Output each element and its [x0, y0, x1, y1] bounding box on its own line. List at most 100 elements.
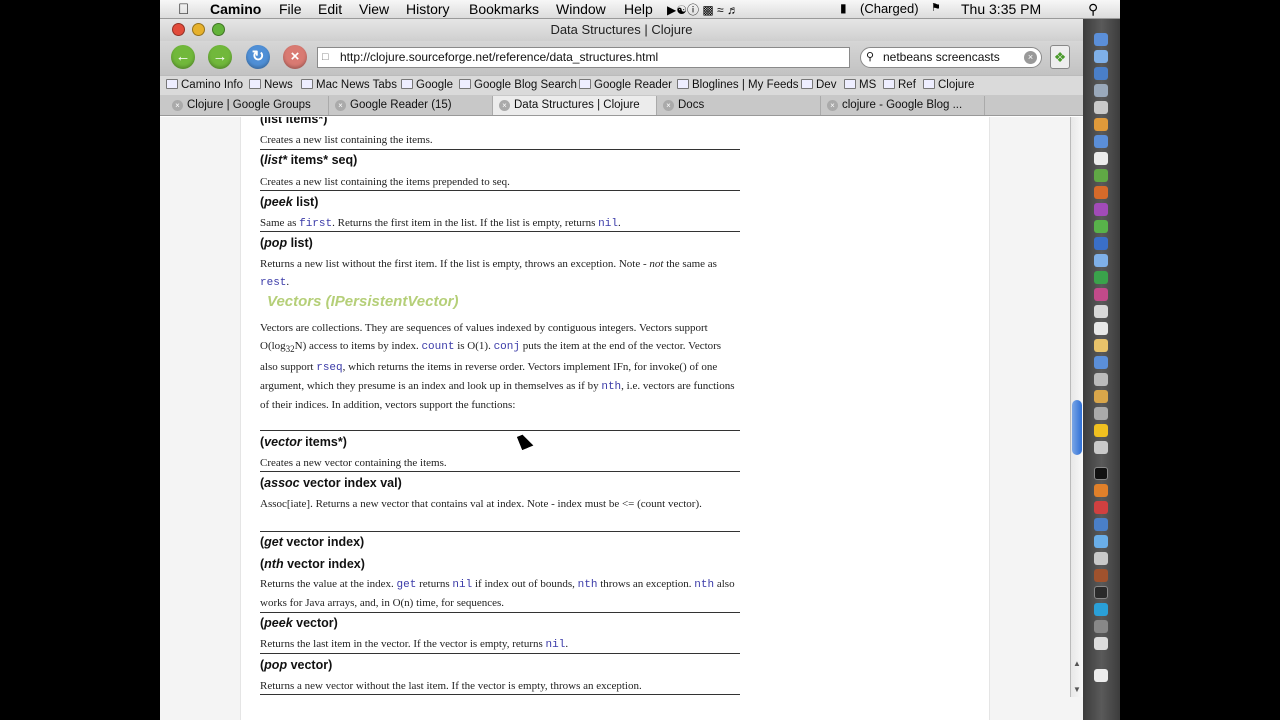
dock-app-icon[interactable]	[1094, 424, 1108, 437]
code-link[interactable]: nth	[601, 381, 621, 393]
code-link[interactable]: rest	[260, 277, 286, 289]
tab-data-structures[interactable]: × Data Structures | Clojure	[493, 96, 657, 115]
dock-app-icon[interactable]	[1094, 467, 1108, 480]
code-link[interactable]: nth	[578, 579, 598, 591]
clock[interactable]: Thu 3:35 PM	[961, 1, 1041, 17]
dock-app-icon[interactable]	[1094, 390, 1108, 403]
dock-app-icon[interactable]	[1094, 118, 1108, 131]
dock-app-icon[interactable]	[1094, 33, 1108, 46]
menu-app[interactable]: Camino	[210, 1, 261, 17]
code-link[interactable]: nth	[694, 579, 714, 591]
dock-app-icon[interactable]	[1094, 101, 1108, 114]
forward-button[interactable]: →	[208, 45, 232, 69]
tab-docs[interactable]: × Docs	[657, 96, 821, 115]
dock-app-icon[interactable]	[1094, 152, 1108, 165]
stop-button[interactable]: ×	[283, 45, 307, 69]
code-link[interactable]: count	[421, 341, 454, 353]
menu-file[interactable]: File	[279, 1, 302, 17]
dock-app-icon[interactable]	[1094, 569, 1108, 582]
scroll-down-icon[interactable]: ▼	[1073, 685, 1081, 694]
bookmark-bloglines[interactable]: Bloglines | My Feeds	[677, 79, 799, 91]
bookmark-dev[interactable]: Dev	[801, 79, 836, 91]
bookmark-google-reader[interactable]: Google Reader	[579, 79, 672, 91]
vertical-scrollbar[interactable]: ▲ ▼	[1070, 117, 1083, 697]
menu-view[interactable]: View	[359, 1, 389, 17]
code-link[interactable]: rseq	[316, 362, 342, 374]
dock-app-icon[interactable]	[1094, 237, 1108, 250]
code-link[interactable]: nil	[452, 579, 472, 591]
bookmark-icon[interactable]: ❖	[1050, 45, 1070, 69]
dock-app-icon[interactable]	[1094, 220, 1108, 233]
dock-app-icon[interactable]	[1094, 552, 1108, 565]
bookmark-ref[interactable]: Ref	[883, 79, 916, 91]
tab-clojure-google-blog[interactable]: × clojure - Google Blog ...	[821, 96, 985, 115]
flag-icon[interactable]: ⚑	[931, 1, 941, 14]
minimize-window-button[interactable]	[192, 23, 205, 36]
bookmark-ms[interactable]: MS	[844, 79, 876, 91]
code-link[interactable]: nil	[546, 639, 566, 651]
back-button[interactable]: ←	[171, 45, 195, 69]
close-tab-icon[interactable]: ×	[827, 100, 838, 111]
dock-app-icon[interactable]	[1094, 407, 1108, 420]
menu-window[interactable]: Window	[556, 1, 606, 17]
dock-app-icon[interactable]	[1094, 586, 1108, 599]
apple-icon[interactable]: 	[178, 1, 189, 18]
tab-google-reader[interactable]: × Google Reader (15)	[329, 96, 493, 115]
close-tab-icon[interactable]: ×	[335, 100, 346, 111]
bookmark-news[interactable]: News	[249, 79, 293, 91]
clear-search-icon[interactable]: ×	[1024, 51, 1037, 64]
trash-icon[interactable]	[1094, 669, 1108, 682]
dock-app-icon[interactable]	[1094, 169, 1108, 182]
menu-bookmarks[interactable]: Bookmarks	[469, 1, 539, 17]
bookmark-clojure[interactable]: Clojure	[923, 79, 974, 91]
dock-app-icon[interactable]	[1094, 135, 1108, 148]
dock-app-icon[interactable]	[1094, 356, 1108, 369]
close-tab-icon[interactable]: ×	[499, 100, 510, 111]
status-icons[interactable]: ▶☯ⓘ ▩ ≈ ♬	[667, 1, 739, 18]
close-tab-icon[interactable]: ×	[663, 100, 674, 111]
dock-app-icon[interactable]	[1094, 484, 1108, 497]
close-window-button[interactable]	[172, 23, 185, 36]
dock-app-icon[interactable]	[1094, 288, 1108, 301]
dock-app-icon[interactable]	[1094, 373, 1108, 386]
dock-app-icon[interactable]	[1094, 50, 1108, 63]
code-link[interactable]: conj	[494, 341, 520, 353]
dock-app-icon[interactable]	[1094, 603, 1108, 616]
bookmark-camino-info[interactable]: Camino Info	[166, 79, 243, 91]
spotlight-icon[interactable]: ⚲	[1088, 1, 1098, 18]
dock-app-icon[interactable]	[1094, 637, 1108, 650]
reload-button[interactable]: ↻	[246, 45, 270, 69]
dock-app-icon[interactable]	[1094, 305, 1108, 318]
dock-app-icon[interactable]	[1094, 271, 1108, 284]
dock-app-icon[interactable]	[1094, 620, 1108, 633]
scrollbar-thumb[interactable]	[1072, 400, 1082, 455]
bookmark-google[interactable]: Google	[401, 79, 453, 91]
dock-app-icon[interactable]	[1094, 254, 1108, 267]
code-link[interactable]: nil	[598, 218, 618, 230]
url-bar[interactable]: □ http://clojure.sourceforge.net/referen…	[317, 47, 850, 68]
dock-app-icon[interactable]	[1094, 186, 1108, 199]
dock-app-icon[interactable]	[1094, 518, 1108, 531]
battery-icon[interactable]: ▮	[840, 1, 847, 15]
menu-history[interactable]: History	[406, 1, 450, 17]
dock-app-icon[interactable]	[1094, 339, 1108, 352]
dock-app-icon[interactable]	[1094, 441, 1108, 454]
dock-app-icon[interactable]	[1094, 84, 1108, 97]
zoom-window-button[interactable]	[212, 23, 225, 36]
battery-status[interactable]: (Charged)	[860, 1, 919, 16]
dock-app-icon[interactable]	[1094, 67, 1108, 80]
dock-app-icon[interactable]	[1094, 203, 1108, 216]
dock-app-icon[interactable]	[1094, 322, 1108, 335]
close-tab-icon[interactable]: ×	[172, 100, 183, 111]
code-link[interactable]: first	[299, 218, 332, 230]
bookmark-mac-news-tabs[interactable]: Mac News Tabs	[301, 79, 397, 91]
code-link[interactable]: get	[397, 579, 417, 591]
menu-help[interactable]: Help	[624, 1, 653, 17]
search-field[interactable]: ⚲ netbeans screencasts ×	[860, 47, 1042, 68]
dock-app-icon[interactable]	[1094, 535, 1108, 548]
tab-clojure-google-groups[interactable]: × Clojure | Google Groups	[166, 96, 329, 115]
menu-edit[interactable]: Edit	[318, 1, 342, 17]
bookmark-google-blog-search[interactable]: Google Blog Search	[459, 79, 577, 91]
dock-app-icon[interactable]	[1094, 501, 1108, 514]
scroll-up-icon[interactable]: ▲	[1073, 659, 1081, 668]
